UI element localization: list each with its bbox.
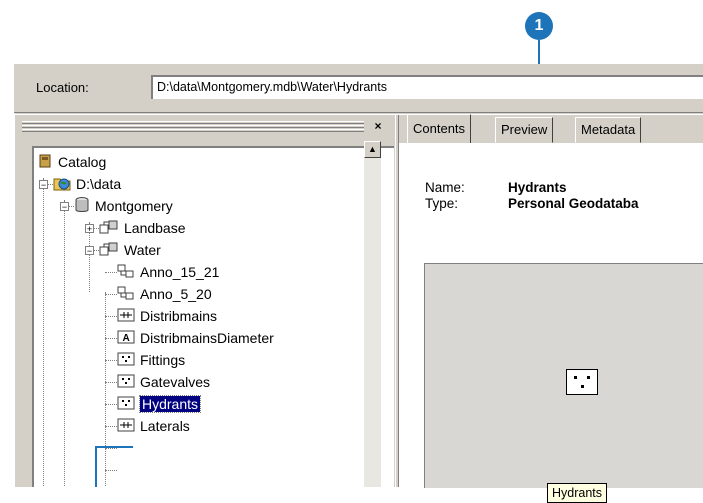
tree-item-label: Montgomery [95,198,173,214]
callout-leader-line [95,446,133,448]
point-featureclass-large-icon [566,369,598,395]
thumbnail-preview[interactable]: Hydrants [424,263,703,503]
annotation-icon [117,263,135,282]
tree-item-label: DistribmainsDiameter [140,330,274,346]
tree-item-label: Distribmains [140,308,218,324]
thumbnail-label: Hydrants [547,483,608,503]
step-callout-badge: 1 [525,12,553,40]
tree-item-label: D:\data [76,176,122,192]
location-input[interactable]: D:\data\Montgomery.mdb\Water\Hydrants [151,75,703,99]
close-pane-icon[interactable]: × [370,119,386,133]
tree-item-hydrants[interactable]: Hydrants [117,393,202,415]
point-featureclass-icon [117,373,135,392]
point-featureclass-icon [117,351,135,370]
location-label: Location: [36,80,89,95]
point-featureclass-icon [117,395,135,414]
tree-item-label: Anno_15_21 [140,264,220,280]
collapse-toggle[interactable]: − [85,246,94,256]
tree-item-anno-15-21[interactable]: Anno_15_21 [117,261,219,283]
content-pane: Contents Preview Metadata Name: Hydrants… [399,114,703,503]
catalog-icon [37,153,53,172]
tree-item-gatevalves[interactable]: Gatevalves [117,371,210,393]
collapse-toggle[interactable]: − [39,180,48,190]
type-label: Type: [425,196,459,211]
tree-item-database[interactable]: Montgomery [74,195,173,217]
collapse-toggle[interactable]: − [60,202,69,212]
tree-item-fittings[interactable]: Fittings [117,349,185,371]
catalog-tree: − − + − Catalog D:\data Montgomery Landb… [32,146,394,487]
tree-item-label: Gatevalves [140,374,211,390]
contents-panel: Name: Hydrants Type: Personal Geodataba … [399,143,703,503]
tree-item-folder[interactable]: D:\data [53,173,121,195]
tree-item-anno-5-20[interactable]: Anno_5_20 [117,283,212,305]
type-value: Personal Geodataba [508,196,639,211]
tree-item-catalog[interactable]: Catalog [37,151,106,173]
feature-dataset-icon [99,219,119,238]
tree-vertical-scrollbar[interactable]: ▲ [364,141,381,487]
location-toolbar: Location: D:\data\Montgomery.mdb\Water\H… [14,64,703,112]
expand-toggle[interactable]: + [85,224,94,234]
type-row: Type: Personal Geodataba [425,196,639,211]
name-row: Name: Hydrants [425,180,567,195]
svg-text:A: A [123,333,130,344]
tree-item-laterals[interactable]: Laterals [117,415,190,437]
name-value: Hydrants [508,180,567,195]
tab-contents[interactable]: Contents [407,114,472,144]
line-featureclass-icon [117,307,135,326]
tab-preview[interactable]: Preview [495,117,554,143]
callout-leader-line [95,446,97,487]
scroll-up-arrow-icon[interactable]: ▲ [364,141,381,158]
tree-item-label: Water [124,242,161,258]
tree-item-distribmains[interactable]: Distribmains [117,305,217,327]
tree-item-label-selected: Hydrants [138,395,202,413]
folder-globe-icon [53,175,71,194]
tree-item-label: Laterals [140,418,190,434]
tab-metadata[interactable]: Metadata [575,117,642,143]
name-label: Name: [425,180,465,195]
line-featureclass-icon [117,417,135,436]
tree-item-label: Catalog [58,154,107,170]
toolbar-separator [14,112,703,115]
feature-dataset-icon [99,241,119,260]
pane-drag-grip[interactable] [22,121,364,132]
database-icon [74,196,90,217]
tree-item-label: Fittings [140,352,186,368]
catalog-tree-pane: × − − + − Catalog D:\data Montgomery Lan… [18,117,394,487]
annotation-icon [117,285,135,304]
tree-item-water[interactable]: Water [99,239,161,261]
tree-item-label: Anno_5_20 [140,286,212,302]
tree-item-distribmainsdiameter[interactable]: A DistribmainsDiameter [117,327,274,349]
annotation-A-icon: A [117,329,135,348]
tree-item-landbase[interactable]: Landbase [99,217,186,239]
tree-item-label: Landbase [124,220,186,236]
